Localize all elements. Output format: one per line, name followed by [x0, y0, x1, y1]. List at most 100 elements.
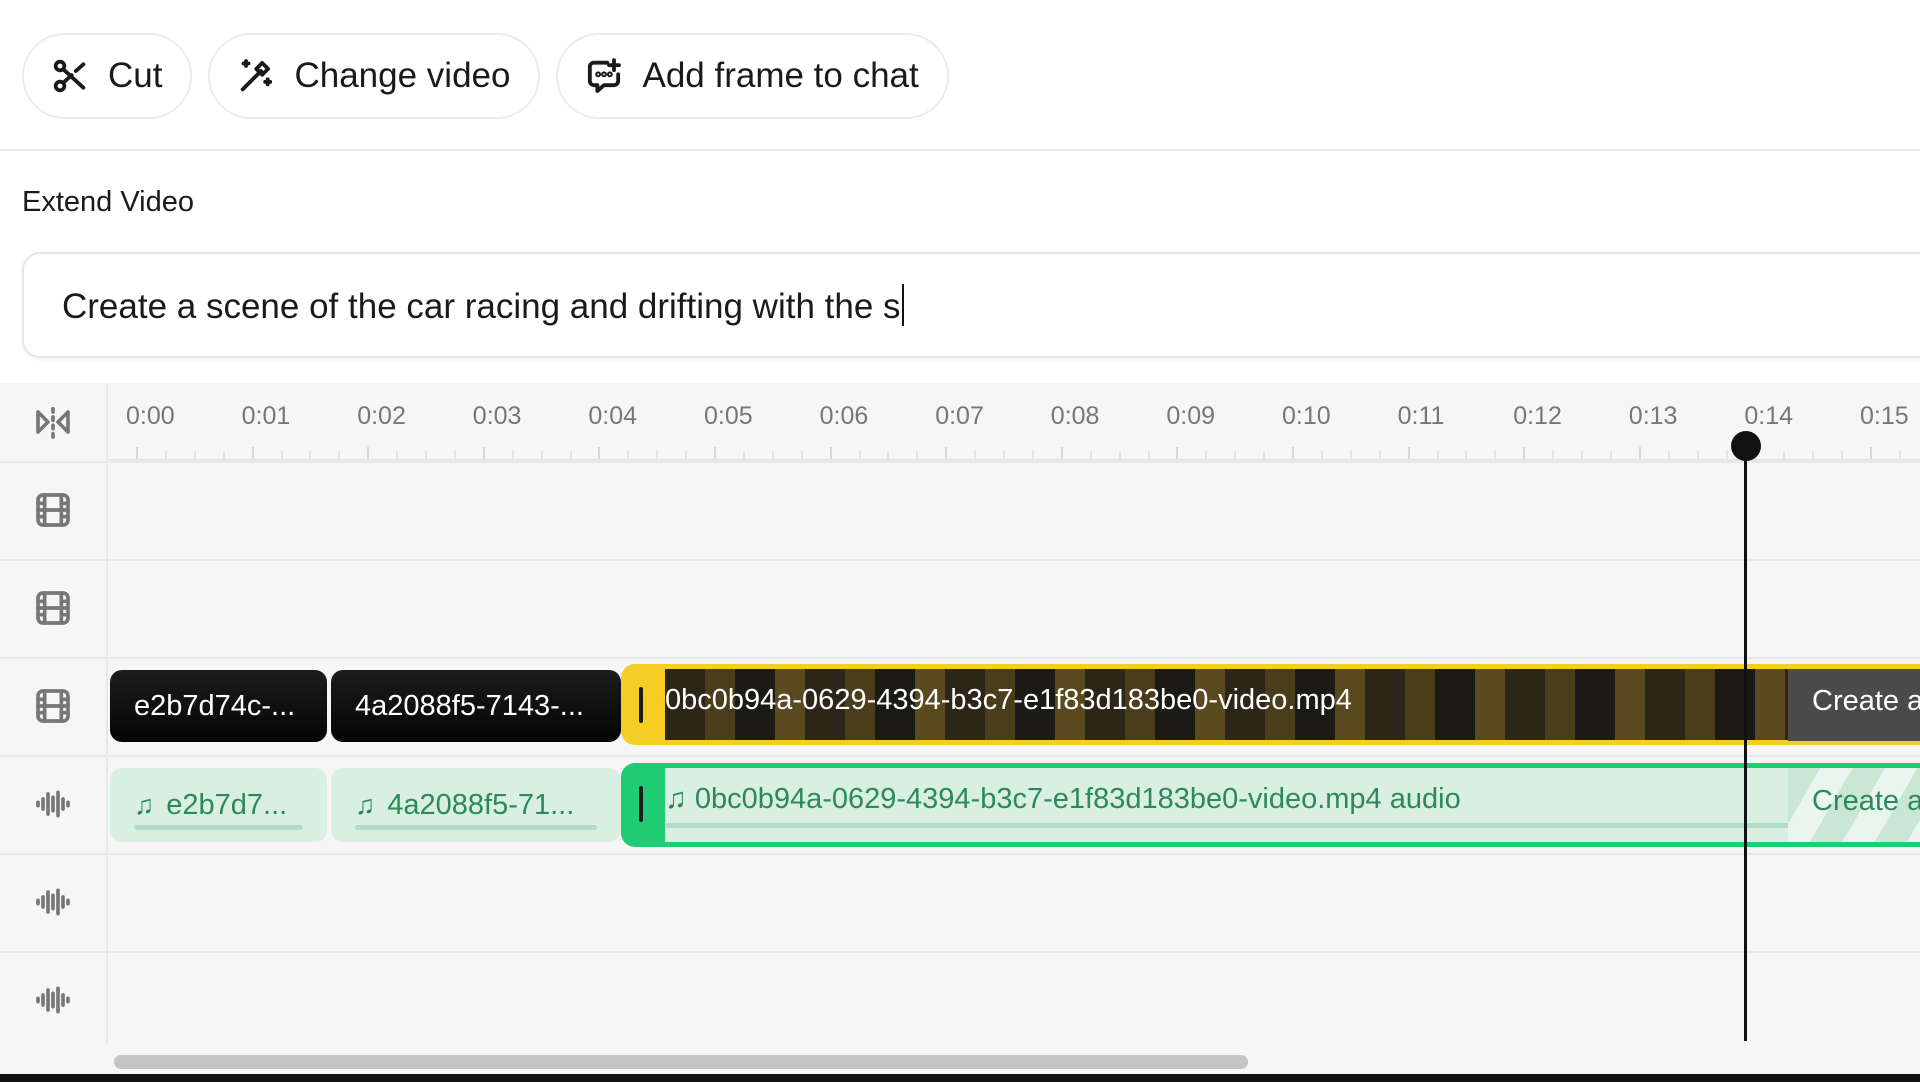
ruler-tick: [1118, 451, 1121, 459]
ruler-tick: [425, 451, 427, 459]
ruler-tick: [1292, 447, 1294, 459]
ruler-tick: [1552, 451, 1555, 459]
ruler-tick-label: 0:05: [704, 402, 753, 430]
audio-track-3[interactable]: [108, 951, 1920, 1049]
clip-trim-handle[interactable]: [639, 786, 643, 822]
ruler-tick: [1581, 451, 1583, 459]
ruler-tick-label: 0:11: [1397, 402, 1445, 430]
video-clip[interactable]: 4a2088f5-7143-...: [331, 670, 621, 742]
ruler-tick: [1234, 451, 1237, 459]
ruler-tick: [1349, 451, 1352, 459]
pending-video-clip-label: Create a: [1812, 685, 1920, 717]
ruler-tick: [1812, 451, 1815, 459]
selected-audio-clip-text: 0bc0b94a-0629-4394-b3c7-e1f83d183be0-vid…: [694, 783, 1461, 815]
magic-wand-icon: [241, 59, 273, 92]
ruler-tick: [800, 451, 803, 459]
film-icon: [36, 591, 70, 625]
pending-video-clip[interactable]: Create a: [1788, 669, 1920, 741]
waveform-icon: [36, 888, 70, 916]
change-video-button-label: Change video: [294, 56, 511, 95]
ruler-tick: [1407, 447, 1410, 459]
ruler-tick-label: 0:01: [241, 402, 291, 430]
snap-toggle[interactable]: [0, 383, 106, 461]
change-video-button[interactable]: Change video: [208, 33, 541, 119]
audio-track-2-header: [0, 853, 106, 949]
snap-icon: [36, 406, 70, 439]
ruler-tick: [136, 447, 138, 459]
ruler-tick: [1841, 451, 1844, 459]
ruler-tick: [1609, 451, 1612, 459]
ruler-tick: [482, 447, 485, 459]
extend-video-label: Extend Video: [22, 186, 194, 218]
video-track-3-header: [0, 657, 106, 753]
ruler-tick: [453, 451, 456, 459]
video-clip[interactable]: e2b7d74c-...: [110, 670, 327, 742]
music-note-icon: ♫: [355, 789, 376, 820]
timeline[interactable]: 0:00 0:01 0:02 0:03 0:04 0:05 0:06 0:07 0:08 0:09…: [0, 383, 1920, 1082]
waveform-icon: [36, 790, 70, 818]
ruler-tick-label: 0:04: [588, 402, 638, 430]
ruler-tick-label: 0:08: [1050, 402, 1100, 430]
ruler-tick: [396, 451, 399, 459]
music-note-icon: ♫: [134, 789, 155, 820]
ruler-tick: [974, 451, 977, 459]
ruler-tick: [1147, 451, 1150, 459]
ruler-tick: [656, 451, 659, 459]
ruler-tick: [598, 447, 601, 459]
window-bottom-edge: [0, 1074, 1920, 1082]
video-track-2-header: [0, 559, 106, 655]
audio-clip[interactable]: ♫ 4a2088f5-71...: [331, 768, 621, 842]
ruler-tick: [540, 451, 543, 459]
add-frame-to-chat-button[interactable]: Add frame to chat: [556, 33, 949, 119]
video-track-1[interactable]: [108, 461, 1920, 559]
audio-waveform: [134, 825, 303, 830]
film-icon: [36, 493, 70, 527]
ruler-tick: [945, 447, 948, 459]
ruler-tick-label: 0:00: [126, 402, 175, 430]
extend-prompt-input[interactable]: Create a scene of the car racing and dri…: [22, 252, 1920, 358]
ruler-tick: [1378, 451, 1381, 459]
ruler-tick: [685, 451, 688, 459]
ruler-tick: [1060, 447, 1063, 459]
audio-track-2[interactable]: [108, 853, 1920, 951]
audio-clip[interactable]: ♫ e2b7d7...: [110, 768, 327, 842]
clip-trim-handle[interactable]: [639, 687, 643, 723]
cut-button[interactable]: Cut: [22, 33, 193, 119]
waveform-icon: [36, 986, 70, 1014]
ruler-tick: [1725, 451, 1728, 459]
cut-button-label: Cut: [108, 56, 163, 95]
ruler-tick-label: 0:14: [1744, 402, 1794, 430]
ruler-tick: [1783, 451, 1786, 459]
ruler-tick: [1898, 451, 1901, 459]
ruler-tick: [309, 451, 312, 459]
ruler-tick: [1696, 451, 1699, 459]
music-note-icon: ♫: [665, 783, 695, 815]
extend-prompt-value[interactable]: Create a scene of the car racing and dri…: [62, 284, 904, 327]
audio-track-1-header: [0, 755, 106, 851]
track-header-column: [0, 383, 108, 1043]
ruler-tick: [1205, 451, 1208, 459]
editor-toolbar: Cut Change video Add frame to chat: [22, 33, 949, 119]
ruler-tick: [280, 451, 283, 459]
video-track-1-header: [0, 461, 106, 557]
selected-video-clip[interactable]: 0bc0b94a-0629-4394-b3c7-e1f83d183be0-vid…: [621, 664, 1920, 745]
ruler-tick-label: 0:10: [1282, 402, 1331, 430]
horizontal-scrollbar[interactable]: [114, 1055, 1248, 1069]
text-caret: [901, 284, 904, 326]
pending-audio-clip[interactable]: Create a: [1788, 768, 1920, 842]
time-ruler[interactable]: 0:00 0:01 0:02 0:03 0:04 0:05 0:06 0:07 0:08 0:09…: [108, 383, 1920, 461]
ruler-tick-label: 0:12: [1513, 402, 1562, 430]
toolbar-divider: [0, 149, 1920, 151]
selected-audio-clip[interactable]: ♫ 0bc0b94a-0629-4394-b3c7-e1f83d183be0-v…: [621, 763, 1920, 847]
playhead-line[interactable]: [1744, 445, 1747, 1041]
audio-track-3-header: [0, 951, 106, 1047]
ruler-tick: [829, 447, 832, 459]
add-frame-to-chat-button-label: Add frame to chat: [642, 56, 919, 95]
playhead-handle[interactable]: [1731, 431, 1761, 461]
ruler-tick: [858, 451, 861, 459]
video-track-2[interactable]: [108, 559, 1920, 657]
ruler-tick: [569, 451, 572, 459]
audio-waveform: [665, 823, 1816, 828]
ruler-tick-label: 0:15: [1860, 402, 1909, 430]
ruler-tick: [742, 451, 745, 459]
